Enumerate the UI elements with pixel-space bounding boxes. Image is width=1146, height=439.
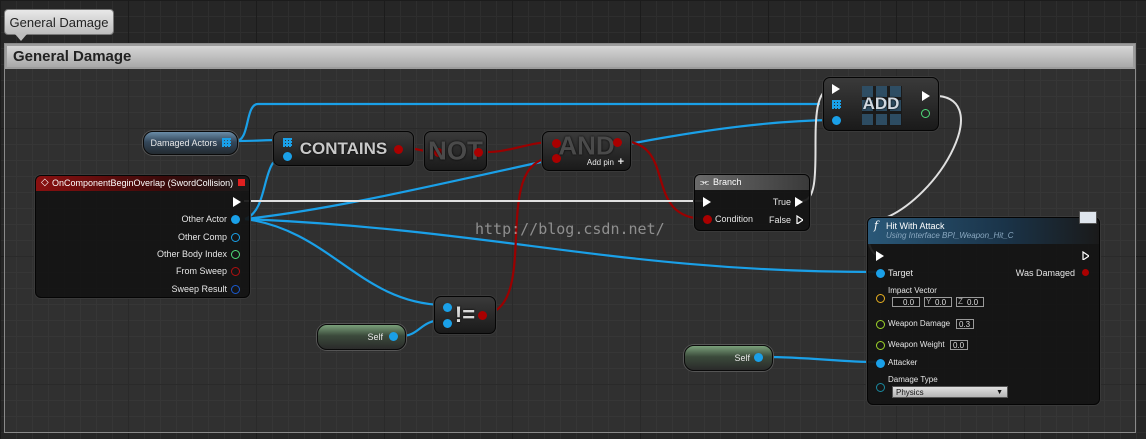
event-title: OnComponentBeginOverlap (SwordCollision) bbox=[52, 178, 234, 188]
condition-label: Condition bbox=[715, 214, 754, 224]
not-equal-node[interactable]: != bbox=[434, 296, 496, 334]
hit-title: Hit With Attack bbox=[886, 221, 945, 231]
watermark: http://blog.csdn.net/ bbox=[475, 220, 665, 238]
target-pin[interactable] bbox=[876, 269, 885, 278]
damage-type-pin[interactable] bbox=[876, 383, 885, 392]
item-pin[interactable] bbox=[832, 116, 841, 125]
weapon-weight-field[interactable]: 0.0 bbox=[950, 340, 968, 350]
was-damaged-label: Was Damaged bbox=[1015, 268, 1075, 278]
true-label: True bbox=[772, 197, 791, 207]
delegate-square-icon[interactable] bbox=[238, 179, 245, 186]
branch-node[interactable]: ⫘ Branch Condition True False bbox=[694, 174, 810, 231]
sweep-result-pin[interactable] bbox=[231, 285, 240, 294]
weapon-damage-field[interactable]: 0.3 bbox=[956, 319, 974, 329]
damaged-actors-node[interactable]: Damaged Actors bbox=[143, 131, 238, 155]
weapon-weight-pin[interactable] bbox=[876, 341, 885, 350]
bool-output-pin[interactable] bbox=[394, 145, 403, 154]
condition-pin[interactable] bbox=[703, 215, 712, 224]
weapon-damage-pin[interactable] bbox=[876, 320, 885, 329]
self-output-pin[interactable] bbox=[754, 353, 763, 362]
branch-title: Branch bbox=[713, 177, 742, 187]
event-diamond-icon: ◇ bbox=[41, 177, 49, 188]
hit-header: f Hit With Attack Using Interface BPI_We… bbox=[868, 211, 1099, 244]
envelope-icon bbox=[1079, 211, 1097, 224]
other-actor-label: Other Actor bbox=[181, 214, 227, 224]
false-label: False bbox=[768, 215, 791, 225]
attacker-pin[interactable] bbox=[876, 359, 885, 368]
exec-output-pin[interactable] bbox=[1082, 251, 1089, 260]
bool-output-pin[interactable] bbox=[474, 148, 483, 157]
array-pin-icon[interactable] bbox=[222, 138, 231, 147]
y-label: Y bbox=[926, 297, 932, 306]
damaged-actors-label: Damaged Actors bbox=[150, 138, 217, 148]
true-exec-pin[interactable] bbox=[795, 197, 803, 207]
target-label: Target bbox=[888, 268, 914, 278]
was-damaged-pin[interactable] bbox=[1082, 269, 1089, 276]
contains-title: CONTAINS bbox=[299, 138, 388, 158]
impact-vector-pin[interactable] bbox=[876, 294, 885, 303]
weapon-damage-label: Weapon Damage bbox=[888, 319, 951, 328]
damage-type-label: Damage Type bbox=[888, 375, 938, 384]
event-header: ◇ OnComponentBeginOverlap (SwordCollisio… bbox=[36, 176, 249, 191]
chevron-down-icon: ▼ bbox=[996, 389, 1003, 396]
hit-subtitle: Using Interface BPI_Weapon_Hit_C bbox=[886, 231, 1014, 240]
index-output-pin[interactable] bbox=[921, 109, 930, 118]
weapon-weight-label: Weapon Weight bbox=[888, 340, 945, 349]
impact-vector-label: Impact Vector bbox=[888, 286, 937, 295]
self-output-pin[interactable] bbox=[389, 332, 398, 341]
and-node[interactable]: AND Add pin + bbox=[542, 131, 631, 171]
other-comp-label: Other Comp bbox=[177, 232, 227, 242]
exec-input-pin[interactable] bbox=[832, 84, 840, 94]
add-pin-plus-icon[interactable]: + bbox=[618, 156, 624, 168]
damage-type-value: Physics bbox=[896, 388, 924, 397]
wire-self-to-attacker bbox=[763, 355, 877, 364]
from-sweep-label: From Sweep bbox=[175, 266, 227, 276]
add-pin-button[interactable]: Add pin bbox=[587, 158, 614, 167]
branch-icon: ⫘ bbox=[700, 177, 709, 188]
bool-output-pin[interactable] bbox=[478, 311, 487, 320]
z-label: Z bbox=[958, 297, 963, 306]
event-node[interactable]: ◇ OnComponentBeginOverlap (SwordCollisio… bbox=[35, 175, 250, 298]
function-icon: f bbox=[874, 219, 879, 232]
from-sweep-pin[interactable] bbox=[231, 267, 240, 276]
self-node-2[interactable]: Self bbox=[684, 345, 773, 371]
other-comp-pin[interactable] bbox=[231, 233, 240, 242]
sweep-result-label: Sweep Result bbox=[171, 284, 227, 294]
self-node-1[interactable]: Self bbox=[317, 324, 406, 350]
false-exec-pin[interactable] bbox=[796, 215, 803, 224]
exec-output-pin[interactable] bbox=[233, 197, 241, 207]
self-label-1: Self bbox=[367, 332, 383, 342]
other-actor-pin[interactable] bbox=[231, 215, 240, 224]
exec-input-pin[interactable] bbox=[703, 197, 711, 207]
self-label-2: Self bbox=[734, 353, 750, 363]
impact-x-field[interactable]: 0.0 bbox=[892, 297, 920, 307]
other-body-index-pin[interactable] bbox=[231, 250, 240, 259]
contains-node[interactable]: CONTAINS bbox=[273, 131, 414, 166]
exec-output-pin[interactable] bbox=[922, 91, 930, 101]
exec-input-pin[interactable] bbox=[876, 251, 884, 261]
branch-header: ⫘ Branch bbox=[695, 175, 809, 190]
attacker-label: Attacker bbox=[888, 358, 918, 367]
damage-type-dropdown[interactable]: Physics ▼ bbox=[892, 386, 1008, 398]
add-node[interactable]: ADD bbox=[823, 77, 939, 131]
not-node[interactable]: NOT bbox=[424, 131, 487, 171]
other-body-index-label: Other Body Index bbox=[156, 249, 227, 259]
bool-output-pin[interactable] bbox=[613, 138, 622, 147]
hit-with-attack-node[interactable]: f Hit With Attack Using Interface BPI_We… bbox=[867, 211, 1100, 405]
